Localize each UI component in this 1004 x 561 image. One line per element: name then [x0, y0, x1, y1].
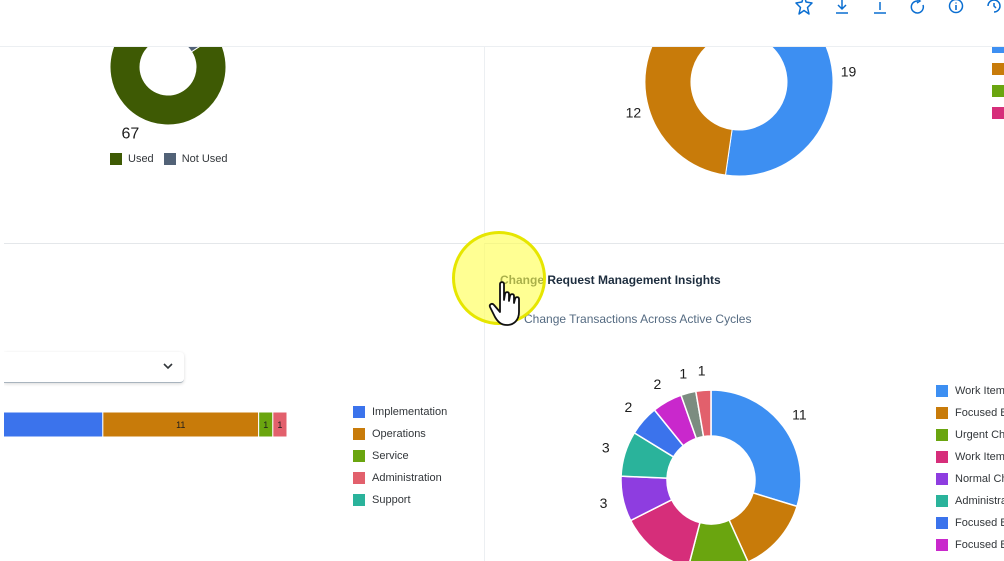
change-request-data-label-7: 2: [653, 376, 661, 392]
distribution-data-label-1: 12: [626, 105, 642, 121]
legend-label: Operations: [372, 428, 426, 440]
category-bar-label-2: 1: [263, 420, 268, 430]
star-icon[interactable]: [795, 0, 813, 18]
legend-swatch: [936, 451, 948, 463]
cycle-select[interactable]: [4, 352, 184, 383]
category-card: 11 1 1 Implementation Operations Service Admi…: [4, 243, 470, 561]
change-request-data-label-0: 11: [792, 406, 807, 422]
download-icon[interactable]: [833, 0, 851, 18]
legend-swatch: [992, 107, 1004, 119]
page-toolbar: [0, 0, 1004, 47]
category-bar-label-3: 1: [277, 420, 282, 430]
usage-card: 67 Used Not Used: [4, 47, 470, 240]
upload-icon[interactable]: [871, 0, 889, 18]
distribution-data-label-0: 19: [841, 64, 857, 80]
legend-label: Administration: [372, 472, 442, 484]
hand-cursor-icon: [488, 281, 520, 326]
category-legend-item-2[interactable]: Service: [353, 450, 409, 462]
distribution-legend-item-1[interactable]: [992, 63, 1004, 75]
legend-label: Service: [372, 450, 409, 462]
legend-swatch: [353, 450, 365, 462]
legend-label: Work Item: [955, 451, 1004, 463]
legend-label: Work Item: [955, 385, 1004, 397]
change-request-legend-item-2[interactable]: Urgent Cha: [936, 429, 1004, 441]
change-request-data-label-9: 1: [698, 362, 706, 378]
legend-swatch: [992, 63, 1004, 75]
change-request-legend-item-0[interactable]: Work Item: [936, 385, 1004, 397]
chevron-down-icon: [163, 363, 173, 370]
legend-swatch: [936, 539, 948, 551]
legend-swatch: [936, 407, 948, 419]
legend-swatch: [353, 406, 365, 418]
change-request-legend-item-5[interactable]: Administra: [936, 495, 1004, 507]
legend-item-not-used[interactable]: Not Used: [163, 153, 228, 165]
legend-label: Administra: [955, 495, 1004, 507]
legend-swatch: [936, 385, 948, 397]
category-bar-label-1: 11: [176, 420, 185, 430]
usage-slice-0[interactable]: [109, 47, 227, 126]
legend-label: Focused B: [955, 517, 1004, 529]
usage-legend: Used Not Used: [110, 153, 238, 165]
category-bar-segment-0[interactable]: [4, 411, 104, 438]
distribution-donut-chart: 1912: [626, 47, 857, 177]
legend-label-not-used: Not Used: [181, 153, 228, 165]
distribution-card: 19 12: [484, 47, 1004, 240]
change-request-data-label-5: 3: [602, 440, 610, 456]
legend-swatch: [936, 429, 948, 441]
legend-label: Implementation: [372, 406, 448, 418]
legend-swatch-not-used: [163, 153, 176, 165]
change-request-data-label-6: 2: [625, 399, 633, 415]
category-legend-item-4[interactable]: Support: [353, 494, 411, 506]
distribution-legend-item-3[interactable]: [992, 107, 1004, 119]
change-request-legend-item-4[interactable]: Normal Ch: [936, 473, 1004, 485]
change-request-legend-item-1[interactable]: Focused B: [936, 407, 1004, 419]
distribution-legend-item-0[interactable]: [992, 47, 1004, 53]
refresh-icon[interactable]: [909, 0, 927, 18]
distribution-legend-item-2[interactable]: [992, 85, 1004, 97]
change-request-donut-chart: 11 3 3 2 2 1 1: [600, 362, 807, 561]
legend-swatch: [936, 473, 948, 485]
category-legend-item-0[interactable]: Implementation: [353, 406, 447, 418]
history-icon[interactable]: [985, 0, 1003, 18]
legend-swatch: [353, 428, 365, 440]
change-request-data-label-4: 3: [600, 495, 608, 511]
change-request-legend-item-7[interactable]: Focused B: [936, 539, 1004, 551]
legend-label: Normal Ch: [955, 473, 1004, 485]
usage-data-label-0: 67: [121, 126, 139, 143]
legend-swatch: [936, 517, 948, 529]
legend-swatch: [353, 472, 365, 484]
category-legend-item-1[interactable]: Operations: [353, 428, 426, 440]
legend-label: Support: [372, 494, 411, 506]
legend-label: Focused B: [955, 539, 1004, 551]
category-legend-item-3[interactable]: Administration: [353, 472, 442, 484]
legend-label: Focused B: [955, 407, 1004, 419]
legend-swatch: [992, 85, 1004, 97]
distribution-slice-1[interactable]: [644, 47, 733, 176]
change-request-card: Change Request Management Insights Chang…: [484, 243, 1004, 561]
info-icon[interactable]: [947, 0, 965, 18]
change-request-data-label-8: 1: [679, 365, 687, 381]
legend-swatch: [353, 494, 365, 506]
legend-label: Urgent Cha: [955, 429, 1004, 441]
change-request-legend-item-3[interactable]: Work Item: [936, 451, 1004, 463]
change-request-legend-item-6[interactable]: Focused B: [936, 517, 1004, 529]
category-bar-chart: 11 1 1: [4, 411, 288, 438]
legend-item-used[interactable]: Used: [110, 153, 154, 165]
legend-swatch: [992, 47, 1004, 53]
legend-swatch: [936, 495, 948, 507]
legend-label-used: Used: [128, 153, 154, 165]
usage-donut-chart: 67: [109, 47, 227, 143]
change-request-slice-0[interactable]: [710, 389, 802, 508]
legend-swatch-used: [110, 153, 122, 165]
